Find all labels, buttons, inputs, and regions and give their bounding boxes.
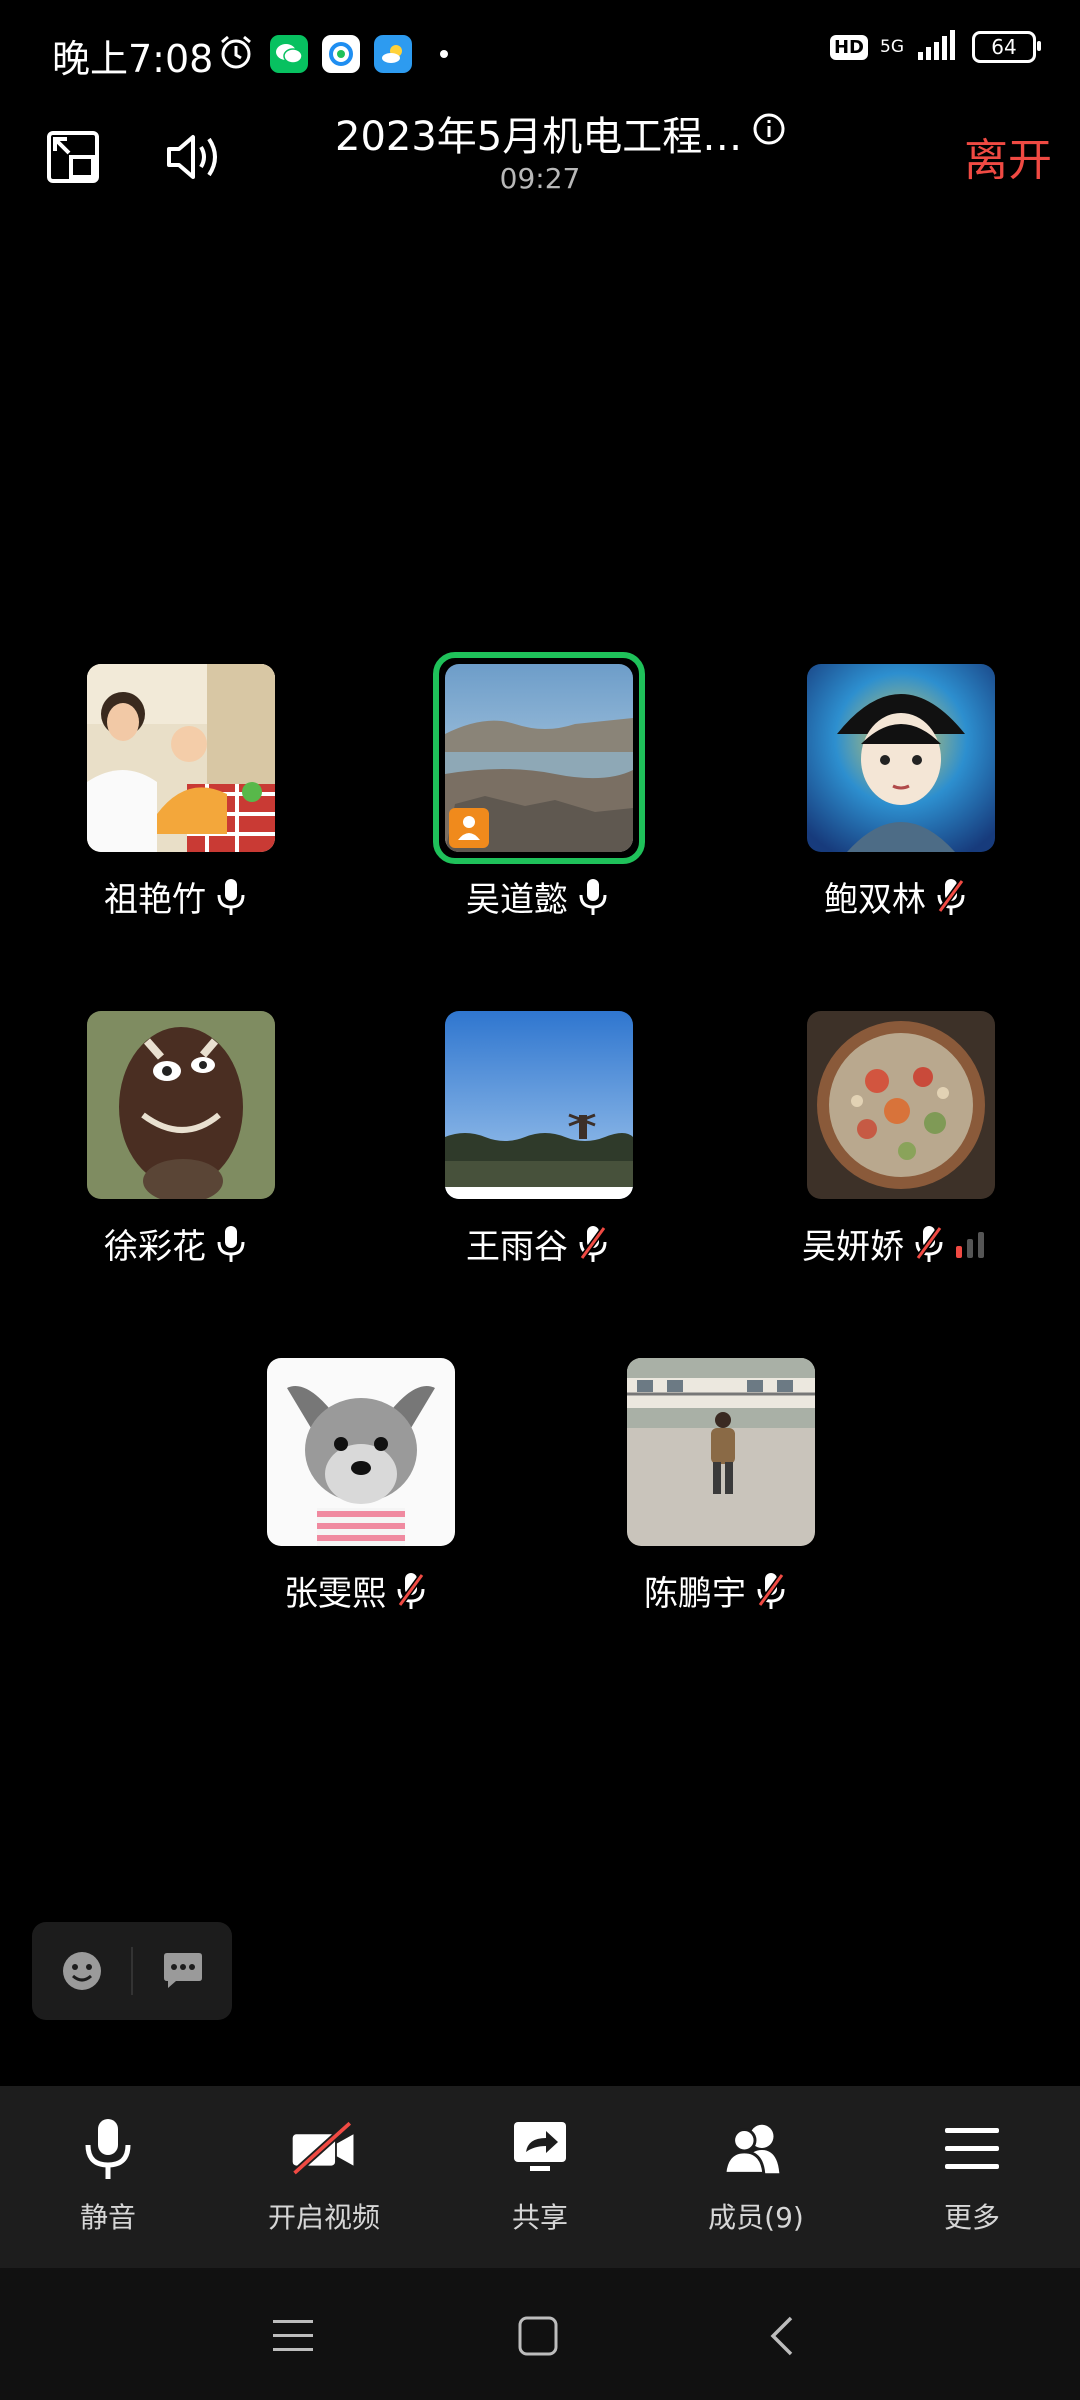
meeting-toolbar: 静音 开启视频 共享 成员(9) 更多 <box>0 2086 1080 2268</box>
tencent-meeting-icon <box>322 35 360 73</box>
video-label: 开启视频 <box>267 2201 380 2234</box>
participant-name: 陈鹏宇 <box>644 1574 746 1614</box>
members-icon <box>723 2124 780 2175</box>
back-icon <box>770 2316 793 2356</box>
start-video-button[interactable]: 开启视频 <box>216 2086 432 2268</box>
participant-tile[interactable]: 祖艳竹 <box>60 664 300 924</box>
avatar <box>267 1358 455 1546</box>
participant-tile[interactable]: 陈鹏宇 <box>600 1358 840 1618</box>
mic-muted-icon <box>757 1572 785 1609</box>
members-label: 成员(9) <box>708 2201 804 2234</box>
participant-name-row: 吴道懿 <box>466 872 608 921</box>
home-icon <box>518 2316 558 2356</box>
participant-name: 吴妍娇 <box>802 1227 904 1267</box>
participant-tile[interactable]: 徐彩花 <box>60 1011 300 1271</box>
participant-name-row: 徐彩花 <box>104 1219 246 1268</box>
mic-muted-icon <box>579 1225 607 1262</box>
battery-indicator: 64 <box>972 31 1041 63</box>
network-type: 5G <box>880 37 904 57</box>
avatar <box>807 664 995 852</box>
emoji-icon <box>62 1952 101 1990</box>
participant-name: 吴道懿 <box>466 880 568 920</box>
mic-muted-icon <box>915 1225 943 1262</box>
participant-name: 王雨谷 <box>466 1227 568 1267</box>
microphone-icon <box>85 2119 131 2179</box>
participant-tile[interactable]: 王雨谷 <box>420 1011 660 1271</box>
participant-name: 张雯熙 <box>284 1574 386 1614</box>
mic-on-icon <box>217 1225 245 1262</box>
home-button[interactable] <box>508 2306 568 2366</box>
back-button[interactable] <box>752 2306 812 2366</box>
mute-label: 静音 <box>79 2201 136 2234</box>
avatar <box>627 1358 815 1546</box>
emoji-button[interactable] <box>32 1922 131 2020</box>
system-navigation-bar <box>0 2268 1080 2400</box>
leave-button[interactable]: 离开 <box>964 124 1052 188</box>
participant-name-row: 祖艳竹 <box>104 872 246 921</box>
mic-on-icon <box>217 878 245 915</box>
meeting-timer: 09:27 <box>499 162 581 195</box>
participant-name-row: 吴妍娇 <box>802 1219 988 1268</box>
recent-apps-button[interactable] <box>263 2306 323 2366</box>
participant-name: 徐彩花 <box>104 1227 206 1267</box>
status-bar: 晚上7:08 HD 5G 64 <box>0 0 1080 112</box>
participant-name-row: 王雨谷 <box>466 1219 608 1268</box>
wechat-icon <box>270 35 308 73</box>
avatar <box>87 664 275 852</box>
info-icon[interactable] <box>752 112 786 146</box>
reaction-bar <box>32 1922 232 2020</box>
recents-icon <box>273 2320 313 2351</box>
alarm-icon <box>216 32 256 76</box>
mic-muted-icon <box>937 878 965 915</box>
share-screen-icon <box>514 2122 566 2171</box>
share-label: 共享 <box>511 2201 568 2234</box>
weather-icon <box>374 35 412 73</box>
mic-on-icon <box>579 878 607 915</box>
participant-name-row: 鲍双林 <box>824 872 966 921</box>
participant-tile[interactable]: 吴妍娇 <box>780 1011 1020 1271</box>
participant-tile-speaking[interactable]: 吴道懿 <box>420 652 660 924</box>
participant-name: 祖艳竹 <box>104 880 206 920</box>
more-notifications-dot <box>440 50 448 58</box>
mute-button[interactable]: 静音 <box>0 2086 216 2268</box>
weak-signal-icon <box>956 1231 984 1258</box>
avatar <box>87 1011 275 1199</box>
host-badge <box>449 808 489 848</box>
chat-button[interactable] <box>133 1922 232 2020</box>
participant-tile[interactable]: 鲍双林 <box>780 664 1020 924</box>
host-icon <box>458 816 480 840</box>
avatar <box>807 1011 995 1199</box>
status-time: 晚上7:08 <box>52 37 214 81</box>
mic-muted-icon <box>397 1572 425 1609</box>
share-button[interactable]: 共享 <box>432 2086 648 2268</box>
signal-icon <box>916 30 960 64</box>
more-button[interactable]: 更多 <box>864 2086 1080 2268</box>
participant-tile[interactable]: 张雯熙 <box>240 1358 480 1618</box>
members-button[interactable]: 成员(9) <box>648 2086 864 2268</box>
hd-badge: HD <box>829 34 868 60</box>
status-system-icons: HD 5G 64 <box>829 30 1041 64</box>
more-label: 更多 <box>943 2201 1000 2234</box>
menu-icon <box>945 2128 999 2169</box>
video-off-icon <box>292 2120 354 2176</box>
avatar <box>445 1011 633 1199</box>
participant-name-row: 陈鹏宇 <box>644 1566 786 1615</box>
status-notification-icons <box>216 32 448 76</box>
avatar <box>445 664 633 852</box>
chat-icon <box>163 1953 202 1988</box>
meeting-title[interactable]: 2023年5月机电工程… <box>335 104 742 162</box>
participant-name-row: 张雯熙 <box>284 1566 426 1615</box>
participant-name: 鲍双林 <box>824 880 926 920</box>
